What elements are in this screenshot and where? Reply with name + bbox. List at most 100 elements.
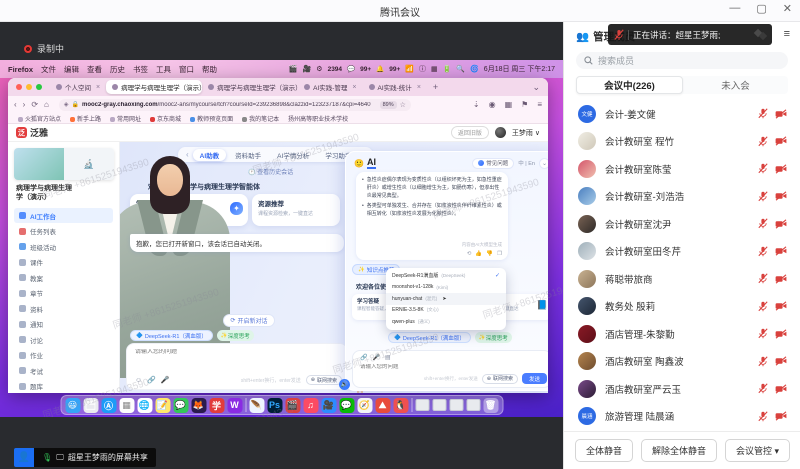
new-conversation-button[interactable]: ⟳ 开启新对话 [223, 314, 275, 327]
model-selector-pill[interactable]: 🔷 DeepSeek-R1（满血版） [130, 330, 213, 341]
dock-messages-icon[interactable]: 💬 [173, 398, 188, 413]
traffic-close-icon[interactable] [16, 84, 22, 90]
reload-icon[interactable]: ⟳ [31, 100, 38, 109]
window-preview[interactable] [466, 399, 480, 411]
traffic-zoom-icon[interactable] [36, 84, 42, 90]
dock-app-store-icon[interactable]: Ⓐ [101, 398, 116, 413]
menubar-tray-icon[interactable]: ▦ [431, 65, 438, 73]
camera-off-icon[interactable] [775, 246, 787, 256]
panel-menu-icon[interactable]: ≡ [784, 28, 790, 40]
sidebar-item-章节[interactable]: 章节 [14, 285, 113, 301]
mic-off-icon[interactable] [758, 218, 768, 229]
ai-input-box[interactable]: 🔗 🎤 ▤ shift+enter换行，enter发送 ⊕ 联网搜索 发送 [352, 350, 548, 388]
menubar-tray-icon[interactable]: 🔍 [456, 65, 465, 73]
member-row[interactable]: 蒋聪带旅商 [564, 265, 800, 293]
mic-off-icon[interactable] [758, 108, 768, 119]
menubar-status-icon[interactable]: ⚙ [316, 65, 322, 73]
model-option[interactable]: hunyuan-chat(混元)➤ [386, 293, 506, 305]
minimize-icon[interactable]: — [729, 2, 740, 15]
camera-off-icon[interactable] [775, 384, 787, 394]
traffic-minimize-icon[interactable] [26, 84, 32, 90]
presenter-badge-icon[interactable]: 👤 [14, 448, 34, 467]
mic-off-icon[interactable] [758, 328, 768, 339]
browser-tab[interactable]: AI实践-管理× [298, 80, 362, 94]
window-preview[interactable] [415, 399, 429, 411]
camera-off-icon[interactable] [775, 109, 787, 119]
sidebar-item-AI工作台[interactable]: AI工作台 [14, 208, 113, 224]
emoji-icon[interactable]: ☺ [135, 377, 142, 384]
member-row[interactable]: 会计教研室田冬芹 [564, 238, 800, 266]
chat-icon[interactable]: 💬 [347, 65, 355, 73]
sidebar-toggle-icon[interactable]: ⚑ [521, 100, 528, 109]
downloads-icon[interactable]: ⇣ [473, 100, 480, 109]
extensions-icon[interactable]: ▦ [505, 100, 513, 109]
tab-close-icon[interactable]: × [352, 84, 356, 91]
menubar-menu-item[interactable]: 窗口 [179, 64, 194, 75]
sidebar-item-题库[interactable]: 题库 [14, 378, 113, 393]
window-preview[interactable] [449, 399, 463, 411]
member-row[interactable]: 酒店管理-朱黎勤 [564, 320, 800, 348]
mic-off-icon[interactable] [758, 191, 768, 202]
sidebar-item-考试[interactable]: 考试 [14, 363, 113, 379]
mic-off-icon[interactable] [758, 301, 768, 312]
regenerate-icon[interactable]: ⟲ [467, 251, 472, 257]
mic-off-icon[interactable] [758, 163, 768, 174]
menubar-tray-icon[interactable]: ⓘ [419, 64, 426, 74]
member-row[interactable]: 教务处 殷莉 [564, 293, 800, 321]
card-resource[interactable]: 资源推荐 课程资源检索，一键直达 [252, 194, 340, 226]
camera-off-icon[interactable] [775, 136, 787, 146]
account-icon[interactable]: ◉ [489, 100, 496, 109]
dock-launchpad-icon[interactable]: ▦ [119, 398, 134, 413]
forward-icon[interactable]: › [23, 100, 26, 109]
dock-notes-icon[interactable]: 📝 [155, 398, 170, 413]
bookmark-item[interactable]: 新手上路 [70, 114, 101, 123]
tab-close-icon[interactable]: × [96, 84, 100, 91]
sidebar-item-通知[interactable]: 通知 [14, 316, 113, 332]
menubar-menu-item[interactable]: 文件 [41, 64, 56, 75]
sidebar-item-资料[interactable]: 资料 [14, 301, 113, 317]
member-row[interactable]: 会计教研室陈莹 [564, 155, 800, 183]
dock-finder-icon[interactable]: 😃 [65, 398, 80, 413]
model-option[interactable]: moonshot-v1-128k(Kimi) [386, 282, 506, 294]
menubar-menu-item[interactable]: 历史 [110, 64, 125, 75]
dock-chaoxing-icon[interactable]: ⛰ [375, 398, 390, 413]
dock-tencent-meeting-icon[interactable]: 🎥 [321, 398, 336, 413]
ai-question-input[interactable] [360, 364, 480, 370]
model-option[interactable]: DeepSeek-R1满血版(DeepSeek)✓ [386, 270, 506, 282]
language-toggle[interactable]: 中 | En [518, 159, 535, 167]
menubar-status-icon[interactable]: 🎬 [289, 65, 298, 73]
send-button[interactable]: 发送 [522, 373, 547, 384]
sidebar-item-讨论[interactable]: 讨论 [14, 332, 113, 348]
menubar-datetime[interactable]: 6月18日 周三 下午2:17 [484, 64, 555, 74]
home-icon[interactable]: ⌂ [44, 100, 49, 109]
bell-icon[interactable]: 🔔 [376, 65, 384, 73]
mic-off-icon[interactable] [758, 246, 768, 257]
camera-off-icon[interactable] [775, 191, 787, 201]
member-row[interactable]: 会计教研室 程竹 [564, 128, 800, 156]
speaker-icon[interactable]: 🔊 [339, 379, 350, 390]
maximize-icon[interactable]: ▢ [756, 2, 766, 15]
faq-pill[interactable]: 常见问题 [472, 158, 514, 169]
menubar-menu-item[interactable]: 工具 [156, 64, 171, 75]
model-option[interactable]: qwen-plus(通义) [386, 316, 506, 328]
bookmark-item[interactable]: 我的笔记本 [242, 114, 279, 123]
back-icon[interactable]: ‹ [14, 100, 17, 109]
bookmark-star-icon[interactable]: ☆ [400, 101, 406, 109]
tab-list-chevron-icon[interactable]: ⌄ [532, 82, 540, 93]
camera-off-icon[interactable] [775, 164, 787, 174]
camera-off-icon[interactable] [775, 274, 787, 284]
zoom-badge[interactable]: 89% [380, 101, 397, 109]
ai-mic-icon[interactable]: 🎤 [372, 354, 379, 361]
lock-icon[interactable]: 🔒 [72, 101, 79, 108]
member-row[interactable]: 会计教研室沈尹 [564, 210, 800, 238]
sidebar-item-教案[interactable]: 教案 [14, 270, 113, 286]
dock-jianying-icon[interactable]: 🎬 [285, 398, 300, 413]
menubar-menu-item[interactable]: 帮助 [202, 64, 217, 75]
dock-trash-icon[interactable]: 🗑 [483, 398, 498, 413]
browser-tab[interactable]: 个人空间× [50, 80, 106, 94]
dock-music-icon[interactable]: ♫ [303, 398, 318, 413]
question-input-box[interactable]: ☺ 🔗 🎤 shift+enter换行，enter发送 ⊕ 联网搜索 [126, 343, 348, 390]
sidebar-item-任务列表[interactable]: 任务列表 [14, 223, 113, 239]
menubar-tray-icon[interactable]: 🌀 [470, 65, 479, 73]
camera-off-icon[interactable] [775, 301, 787, 311]
